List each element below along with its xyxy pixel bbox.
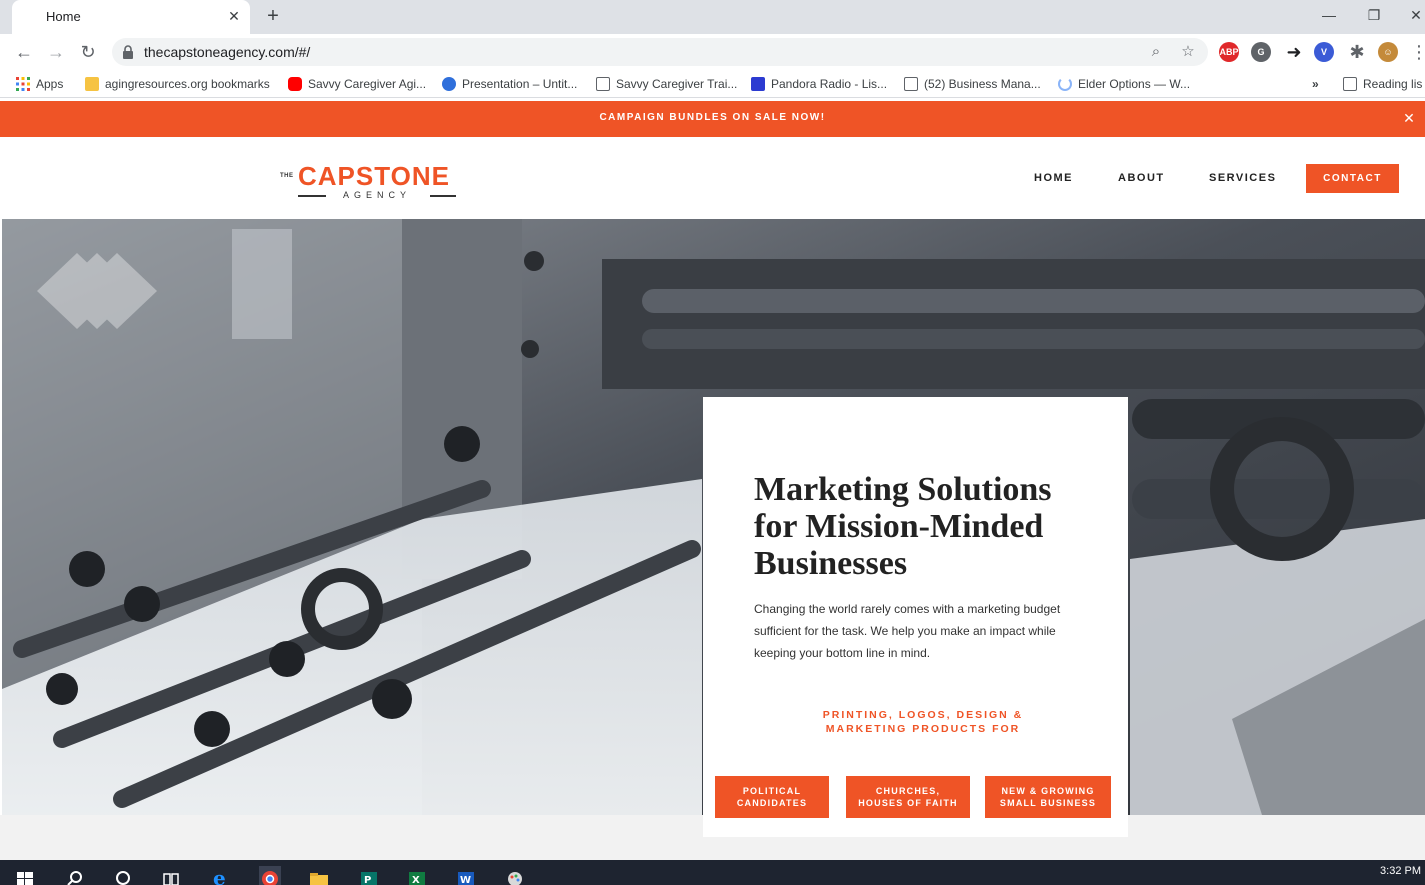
bookmark-apps[interactable]: Apps — [16, 76, 63, 92]
nav-home[interactable]: HOME — [1034, 172, 1073, 184]
hero-description: Changing the world rarely comes with a m… — [754, 602, 1061, 660]
close-tab-icon[interactable]: ✕ — [226, 8, 242, 24]
reading-list-icon — [1343, 77, 1357, 91]
apps-grid-icon — [16, 77, 30, 91]
browser-tab[interactable]: Home ✕ — [12, 0, 250, 34]
bookmark-savvy-caregiver-trai[interactable]: Savvy Caregiver Trai... — [596, 76, 737, 92]
extensions-puzzle-icon[interactable]: ✱ — [1345, 40, 1369, 64]
reload-icon[interactable]: ↻ — [76, 40, 100, 64]
task-view-icon[interactable] — [160, 866, 182, 885]
paint-icon[interactable] — [504, 866, 526, 885]
churches-button[interactable]: CHURCHES, HOUSES OF FAITH — [846, 776, 970, 818]
chrome-icon[interactable] — [259, 866, 281, 885]
bookmarks-bar: Apps agingresources.org bookmarks Savvy … — [0, 70, 1425, 98]
search-icon[interactable] — [64, 866, 86, 885]
reading-list[interactable]: Reading lis — [1343, 76, 1422, 92]
bookmark-folder-agingresources[interactable]: agingresources.org bookmarks — [85, 76, 270, 92]
zoom-icon[interactable]: ⌕ — [1146, 42, 1166, 62]
word-icon[interactable]: W — [455, 866, 477, 885]
more-bookmarks-chevron-icon[interactable]: » — [1312, 76, 1319, 92]
back-arrow-icon[interactable]: ← — [12, 40, 36, 64]
svg-text:e: e — [213, 866, 226, 885]
bookmark-presentation[interactable]: Presentation – Untit... — [442, 76, 577, 92]
political-candidates-button[interactable]: POLITICAL CANDIDATES — [715, 776, 829, 818]
close-window-icon[interactable]: ✕ — [1403, 4, 1425, 26]
svg-text:W: W — [460, 875, 471, 885]
announcement-text[interactable]: CAMPAIGN BUNDLES ON SALE NOW! — [0, 112, 1425, 123]
page-icon — [596, 77, 610, 91]
svg-text:X: X — [412, 875, 420, 885]
v-extension-icon[interactable]: V — [1314, 42, 1334, 62]
bookmark-star-icon[interactable]: ☆ — [1178, 42, 1198, 62]
site-header: THE CAPSTONE AGENCY HOME ABOUT SERVICES … — [0, 137, 1425, 219]
tab-strip: Home ✕ + — ❐ ✕ — [0, 0, 1425, 34]
contact-button[interactable]: CONTACT — [1306, 164, 1399, 193]
hero-card: Marketing Solutions for Mission-Minded B… — [703, 397, 1128, 837]
nav-services[interactable]: SERVICES — [1209, 172, 1276, 184]
bookmark-elder-options[interactable]: Elder Options — W... — [1058, 76, 1190, 92]
loading-icon — [1058, 77, 1072, 91]
cortana-icon[interactable] — [112, 866, 134, 885]
forward-arrow-icon[interactable]: → — [44, 40, 68, 64]
bookmark-business-mana[interactable]: (52) Business Mana... — [904, 76, 1041, 92]
bookmark-pandora[interactable]: Pandora Radio - Lis... — [751, 76, 887, 92]
browser-toolbar: ← → ↻ thecapstoneagency.com/#/ ⌕ ☆ ABP G… — [0, 34, 1425, 70]
address-bar[interactable]: thecapstoneagency.com/#/ ⌕ ☆ — [112, 38, 1208, 66]
announcement-bar: CAMPAIGN BUNDLES ON SALE NOW! ✕ — [0, 101, 1425, 137]
canva-icon — [442, 77, 456, 91]
svg-text:P: P — [364, 875, 371, 885]
minimize-icon[interactable]: — — [1316, 4, 1342, 26]
new-tab-plus-icon[interactable]: + — [262, 5, 284, 27]
windows-taskbar: e P X W 3:32 PM — [0, 860, 1425, 885]
windows-start-icon[interactable] — [14, 866, 36, 885]
excel-icon[interactable]: X — [406, 866, 428, 885]
logo-wordmark: CAPSTONE — [298, 161, 450, 191]
hero-heading: Marketing Solutions for Mission-Minded B… — [754, 471, 1052, 582]
page-icon — [904, 77, 918, 91]
profile-avatar[interactable]: ☺ — [1378, 42, 1398, 62]
logo-the: THE — [280, 173, 294, 179]
edge-browser-icon[interactable]: e — [210, 866, 232, 885]
grammar-extension-icon[interactable]: G — [1251, 42, 1271, 62]
youtube-icon — [288, 77, 302, 91]
publisher-icon[interactable]: P — [358, 866, 380, 885]
adblock-extension-icon[interactable]: ABP — [1219, 42, 1239, 62]
pandora-icon — [751, 77, 765, 91]
logo-rule-right — [430, 195, 456, 197]
tab-title: Home — [46, 9, 81, 24]
taskbar-clock[interactable]: 3:32 PM — [1380, 865, 1421, 877]
services-kicker: PRINTING, LOGOS, DESIGN & MARKETING PROD… — [822, 709, 1024, 735]
menu-dots-icon[interactable]: ⋮ — [1410, 40, 1425, 64]
nav-about[interactable]: ABOUT — [1118, 172, 1165, 184]
restore-icon[interactable]: ❐ — [1361, 4, 1387, 26]
capstone-logo[interactable]: THE CAPSTONE AGENCY — [280, 161, 460, 201]
bookmark-savvy-caregiver-agi[interactable]: Savvy Caregiver Agi... — [288, 76, 426, 92]
file-explorer-icon[interactable] — [308, 866, 330, 885]
url-text: thecapstoneagency.com/#/ — [144, 44, 311, 60]
folder-icon — [85, 77, 99, 91]
lock-icon — [123, 45, 133, 59]
small-business-button[interactable]: NEW & GROWING SMALL BUSINESS — [985, 776, 1111, 818]
close-announcement-icon[interactable]: ✕ — [1401, 110, 1417, 126]
share-arrow-icon[interactable]: ➜ — [1282, 40, 1306, 64]
